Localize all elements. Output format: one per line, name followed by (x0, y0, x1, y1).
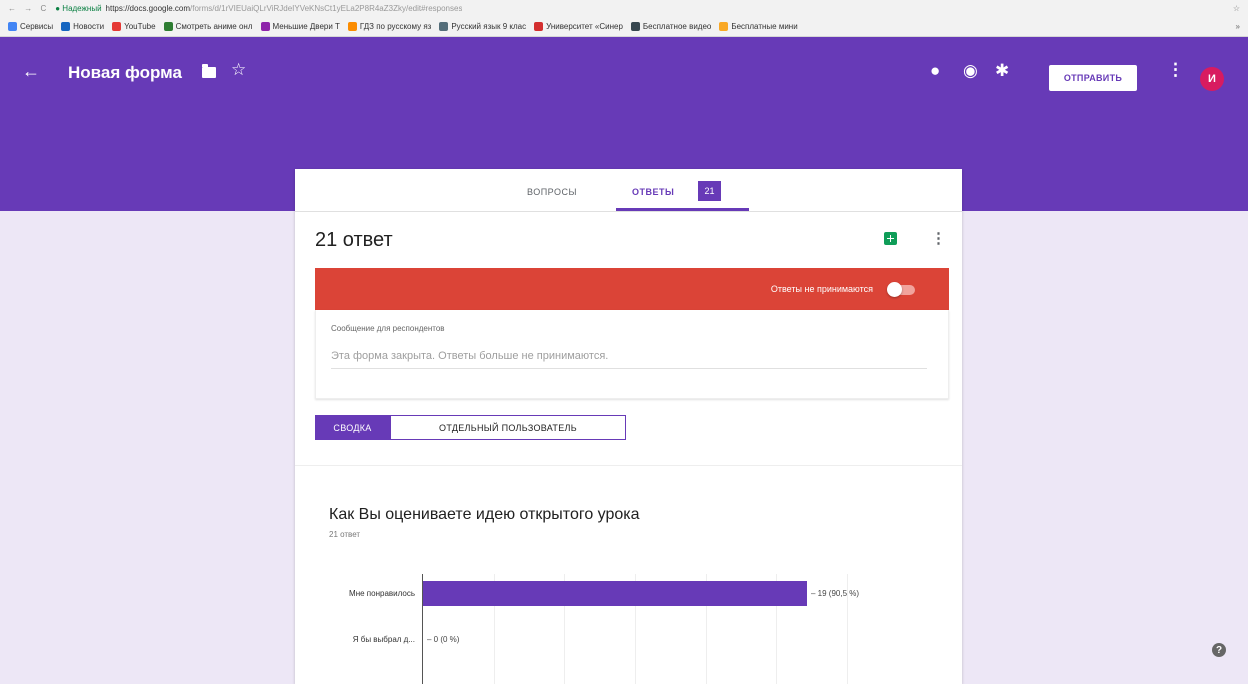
bookmark-doors-icon (260, 21, 270, 31)
chart-bar[interactable] (423, 581, 807, 606)
bookmark-youtube-icon (112, 21, 122, 31)
bookmark-mini-icon (719, 21, 729, 31)
bookmark-label: Бесплатное видео (642, 21, 712, 31)
bookmark-item[interactable]: ГДЗ по русскому яз (347, 21, 432, 31)
url-host: https://docs.google.com (105, 3, 191, 13)
secure-indicator: ● Надежный (55, 3, 102, 13)
url-field[interactable]: https://docs.google.com/forms/d/1rVIEUai… (106, 4, 463, 13)
individual-tab-button[interactable]: ОТДЕЛЬНЫЙ ПОЛЬЗОВАТЕЛЬ (390, 415, 626, 440)
bookmark-item[interactable]: Бесплатное видео (630, 21, 712, 31)
tab-questions[interactable]: ВОПРОСЫ (527, 187, 577, 197)
bookmark-item[interactable]: YouTube (112, 21, 156, 31)
question-title: Как Вы оцениваете идею открытого урока (329, 506, 640, 523)
summary-tab-button[interactable]: СВОДКА (315, 415, 390, 440)
bookmark-russian-icon (439, 21, 449, 31)
chart-value-label: – 19 (90,5 %) (811, 589, 860, 598)
answers-count-badge: 21 (698, 181, 721, 201)
chart-category-label: Мне понравилось (349, 589, 415, 598)
accepting-responses-toggle[interactable] (887, 282, 915, 297)
respondent-message-box: Сообщение для респондентов Эта форма зак… (315, 310, 949, 399)
bookmark-label: YouTube (124, 21, 156, 31)
bookmark-item[interactable]: Русский язык 9 клас (439, 21, 527, 31)
more-vert-icon[interactable]: ⋮ (1167, 60, 1184, 80)
respondent-message-input[interactable]: Эта форма закрыта. Ответы больше не прин… (331, 350, 927, 369)
chart-value-label: – 0 (0 %) (427, 635, 460, 644)
browser-address-bar: ← → C ● Надежный https://docs.google.com… (0, 0, 1248, 16)
bookmark-item[interactable]: Новости (61, 21, 105, 31)
bookmark-label: Университет «Синер (546, 21, 623, 31)
form-tabs: ВОПРОСЫ ОТВЕТЫ 21 (295, 169, 962, 212)
tab-answers[interactable]: ОТВЕТЫ (632, 187, 674, 197)
bookmark-label: Меньшие Двери Т (272, 21, 340, 31)
form-title[interactable]: Новая форма (68, 63, 182, 83)
bookmark-label: Сервисы (20, 21, 54, 31)
bookmark-news-icon (61, 21, 71, 31)
chart-category-label: Я бы выбрал д... (352, 635, 415, 644)
bookmark-anime-icon (163, 21, 173, 31)
preview-eye-icon[interactable]: ◉ (963, 61, 978, 81)
question-response-count: 21 ответ (329, 530, 361, 539)
bookmarks-bar: Сервисы Новости YouTube Смотреть аниме о… (0, 16, 1248, 37)
bookmark-university-icon (534, 21, 544, 31)
sheets-icon[interactable] (884, 232, 897, 245)
send-button[interactable]: ОТПРАВИТЬ (1049, 65, 1137, 91)
bookmark-label: Бесплатные мини (731, 21, 798, 31)
bookmark-star-icon[interactable]: ☆ (1233, 4, 1240, 13)
back-arrow-icon[interactable]: ← (22, 61, 40, 82)
folder-icon[interactable] (202, 64, 216, 78)
responses-card: ВОПРОСЫ ОТВЕТЫ 21 21 ответ ⋮ Ответы не п… (295, 169, 962, 684)
responses-more-icon[interactable]: ⋮ (931, 229, 946, 247)
bookmark-apps-icon (8, 21, 17, 31)
section-divider (295, 465, 962, 466)
bookmark-item[interactable]: Университет «Синер (534, 21, 623, 31)
bookmark-label: Новости (73, 21, 105, 31)
browser-nav-buttons[interactable]: ← → C (8, 4, 49, 13)
bookmark-label: Смотреть аниме онл (175, 21, 253, 31)
help-icon[interactable]: ? (1212, 643, 1226, 657)
bookmark-item[interactable]: Меньшие Двери Т (260, 21, 340, 31)
respondent-message-label: Сообщение для респондентов (331, 324, 445, 333)
bookmark-item[interactable]: Сервисы (8, 21, 54, 31)
toggle-knob (887, 282, 902, 297)
url-path: /forms/d/1rVIEUaiQLrViRJdeIYVeKNsCt1yELa… (190, 3, 463, 13)
palette-icon[interactable]: ● (930, 61, 940, 81)
bookmark-video-icon (630, 21, 640, 31)
bookmark-label: Русский язык 9 клас (451, 21, 527, 31)
bookmarks-more-icon[interactable]: » (1236, 22, 1240, 31)
bookmark-label: ГДЗ по русскому яз (359, 21, 432, 31)
star-icon[interactable]: ☆ (231, 60, 246, 80)
accepting-responses-label: Ответы не принимаются (770, 284, 873, 294)
avatar[interactable]: И (1200, 67, 1224, 91)
settings-gear-icon[interactable]: ✱ (995, 61, 1009, 81)
active-tab-indicator (616, 208, 749, 211)
accepting-responses-bar: Ответы не принимаются (315, 268, 949, 310)
responses-title: 21 ответ (315, 229, 393, 251)
bookmark-item[interactable]: Смотреть аниме онл (163, 21, 253, 31)
bookmark-gdz-icon (347, 21, 357, 31)
bookmark-item[interactable]: Бесплатные мини (719, 21, 798, 31)
